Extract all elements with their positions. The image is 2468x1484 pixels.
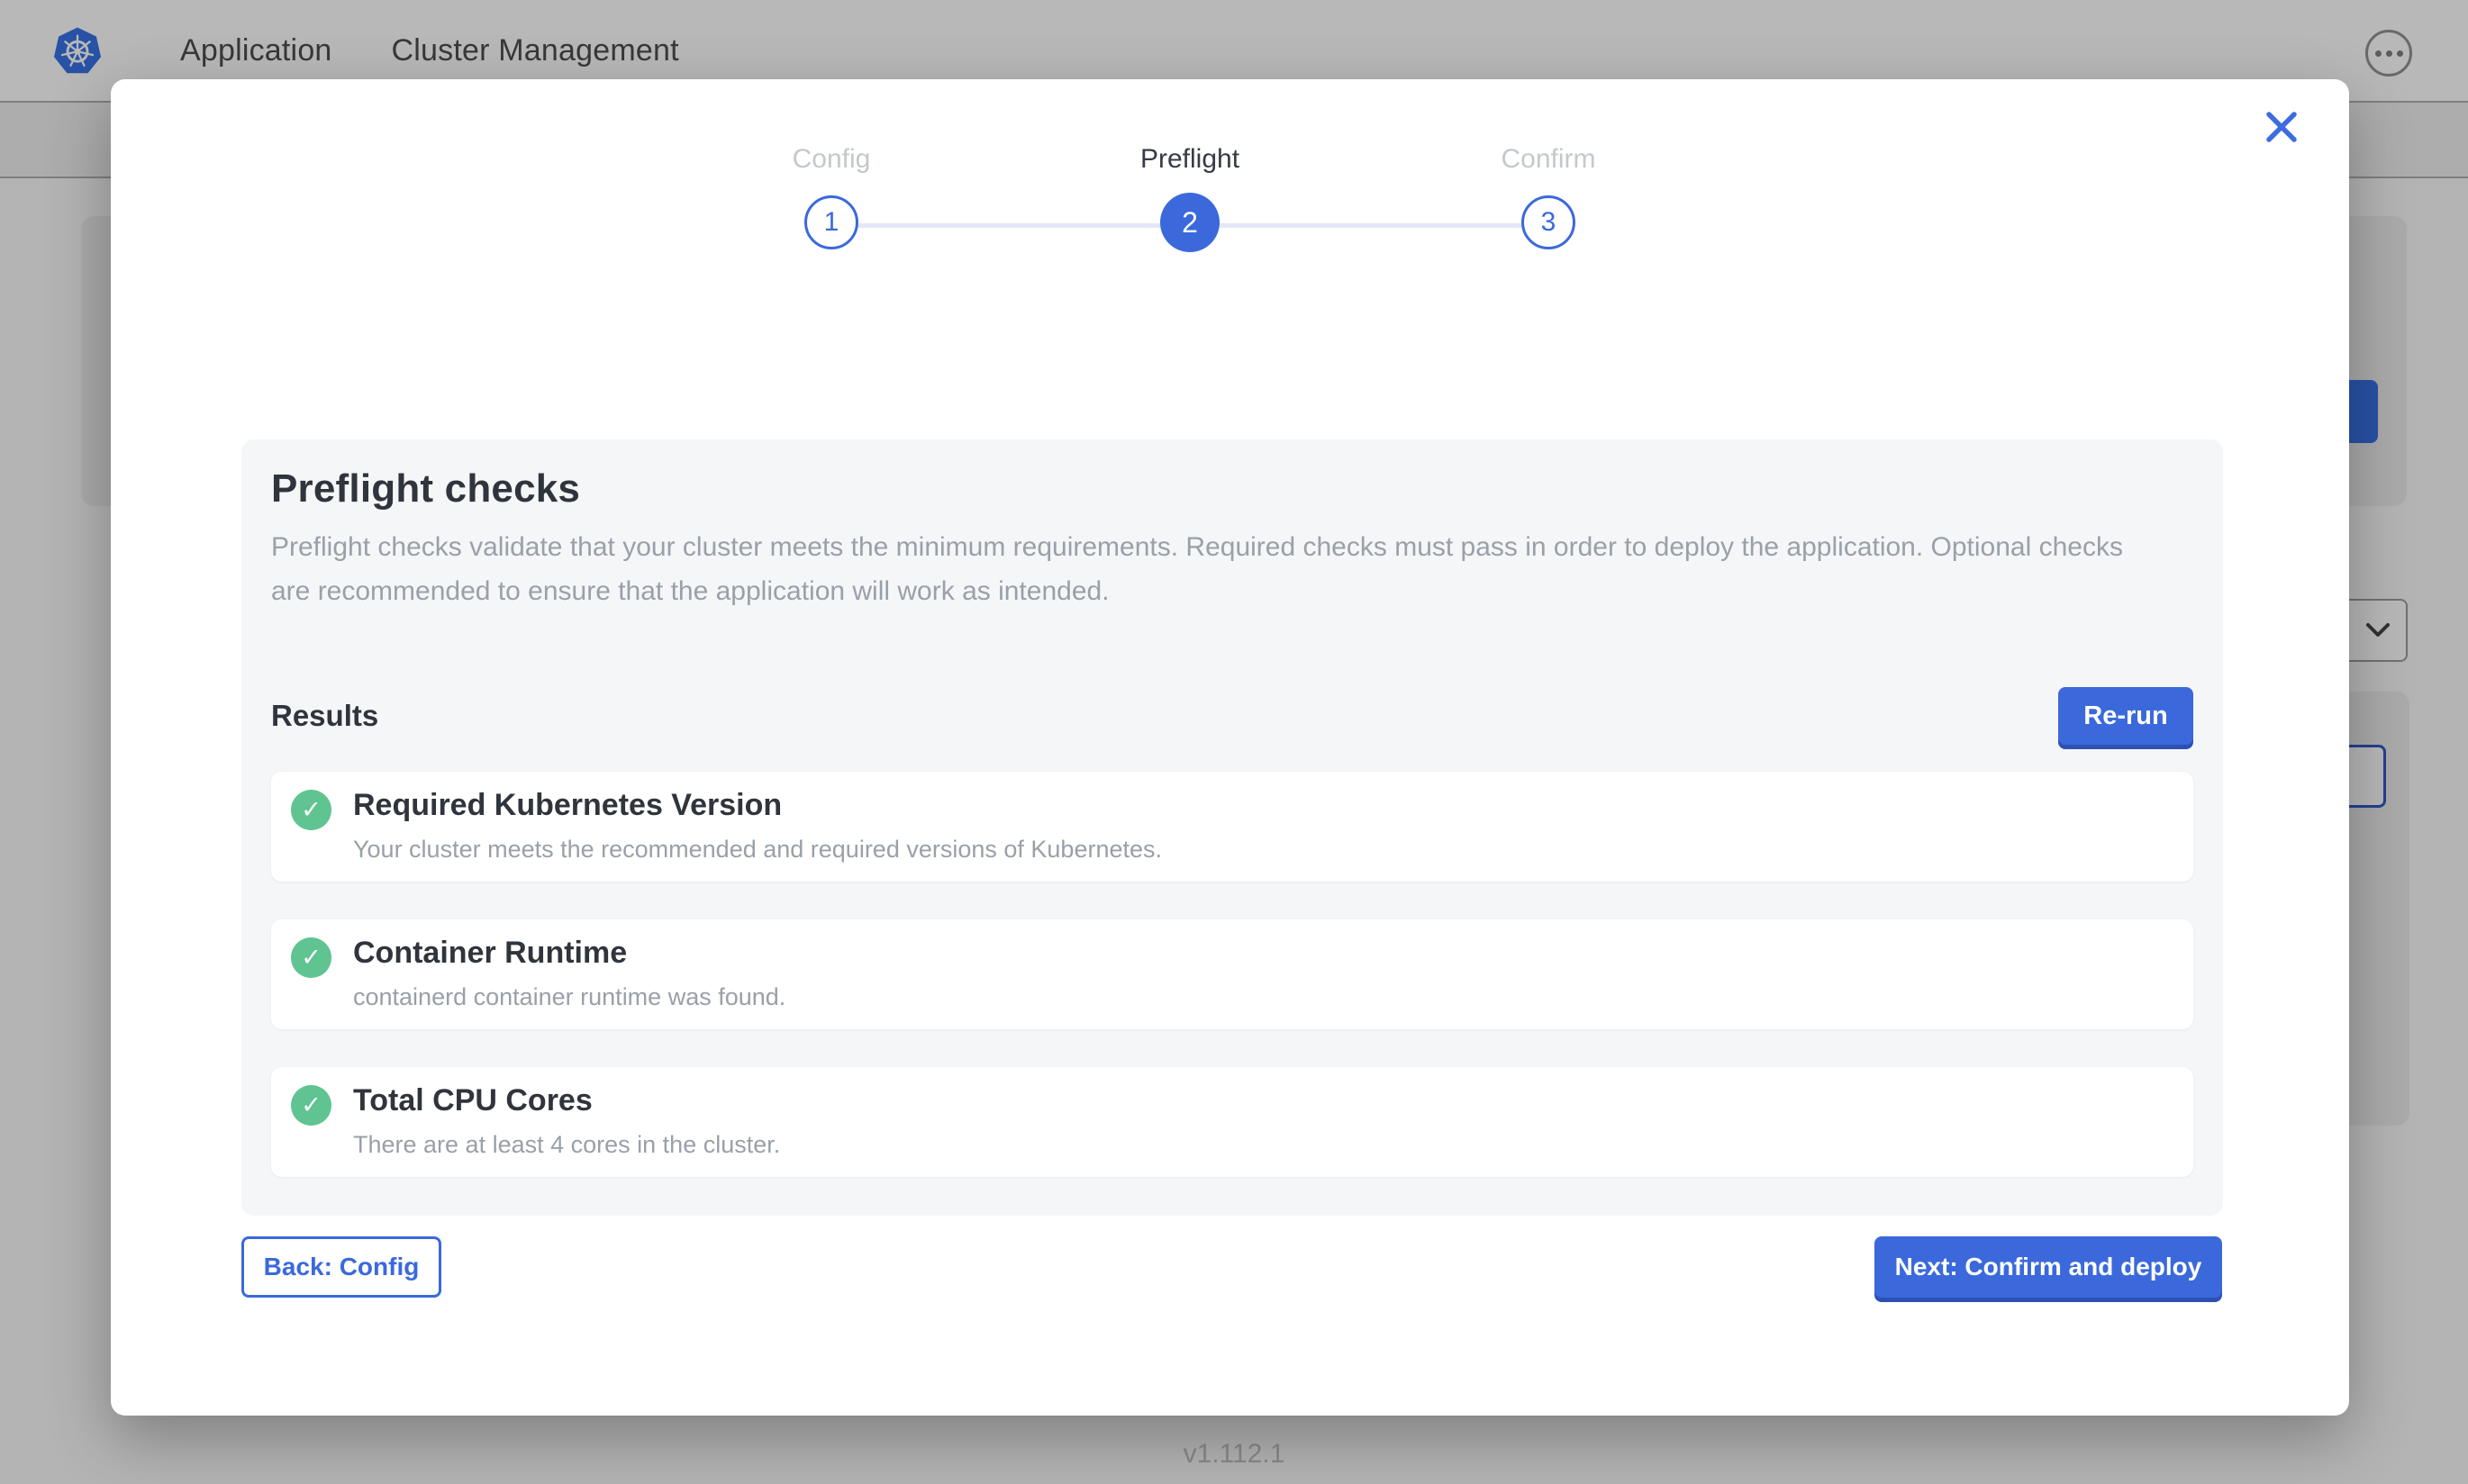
- step-number-circle: 2: [1160, 193, 1220, 252]
- step-preflight[interactable]: Preflight 2: [1011, 142, 1369, 252]
- check-card-kubernetes-version: ✓ Required Kubernetes Version Your clust…: [271, 772, 2193, 882]
- back-config-button[interactable]: Back: Config: [241, 1236, 441, 1298]
- preflight-panel: Preflight checks Preflight checks valida…: [241, 439, 2223, 1216]
- admin-console-page: Application Cluster Management 0 y v1.11…: [0, 0, 2468, 1484]
- results-heading: Results: [271, 699, 378, 733]
- step-label: Confirm: [1501, 142, 1595, 176]
- rerun-button[interactable]: Re-run: [2058, 687, 2193, 745]
- modal-footer: Back: Config Next: Confirm and deploy: [241, 1236, 2222, 1298]
- check-title: Container Runtime: [353, 936, 785, 971]
- check-pass-icon: ✓: [291, 1085, 331, 1126]
- next-confirm-deploy-button[interactable]: Next: Confirm and deploy: [1874, 1236, 2222, 1298]
- check-results-list: ✓ Required Kubernetes Version Your clust…: [271, 772, 2193, 1177]
- check-title: Required Kubernetes Version: [353, 788, 1162, 823]
- check-description: containerd container runtime was found.: [353, 983, 785, 1011]
- results-row: Results Re-run: [271, 687, 2193, 745]
- step-confirm[interactable]: Confirm 3: [1369, 142, 1728, 252]
- step-number-circle: 1: [804, 195, 858, 249]
- panel-description: Preflight checks validate that your clus…: [271, 526, 2154, 613]
- preflight-modal: Config 1 Preflight 2 Confirm 3 Preflight…: [111, 79, 2349, 1416]
- check-description: Your cluster meets the recommended and r…: [353, 836, 1162, 864]
- check-pass-icon: ✓: [291, 937, 331, 978]
- step-number-circle: 3: [1521, 195, 1575, 249]
- close-icon[interactable]: [2264, 110, 2299, 144]
- check-card-total-cpu-cores: ✓ Total CPU Cores There are at least 4 c…: [271, 1067, 2193, 1177]
- check-description: There are at least 4 cores in the cluste…: [353, 1131, 780, 1159]
- panel-title: Preflight checks: [271, 466, 2193, 511]
- check-card-container-runtime: ✓ Container Runtime containerd container…: [271, 919, 2193, 1029]
- wizard-stepper: Config 1 Preflight 2 Confirm 3: [652, 142, 1728, 252]
- check-title: Total CPU Cores: [353, 1083, 780, 1118]
- step-label: Config: [793, 142, 871, 176]
- step-label: Preflight: [1140, 142, 1239, 176]
- check-pass-icon: ✓: [291, 790, 331, 830]
- step-config[interactable]: Config 1: [652, 142, 1011, 252]
